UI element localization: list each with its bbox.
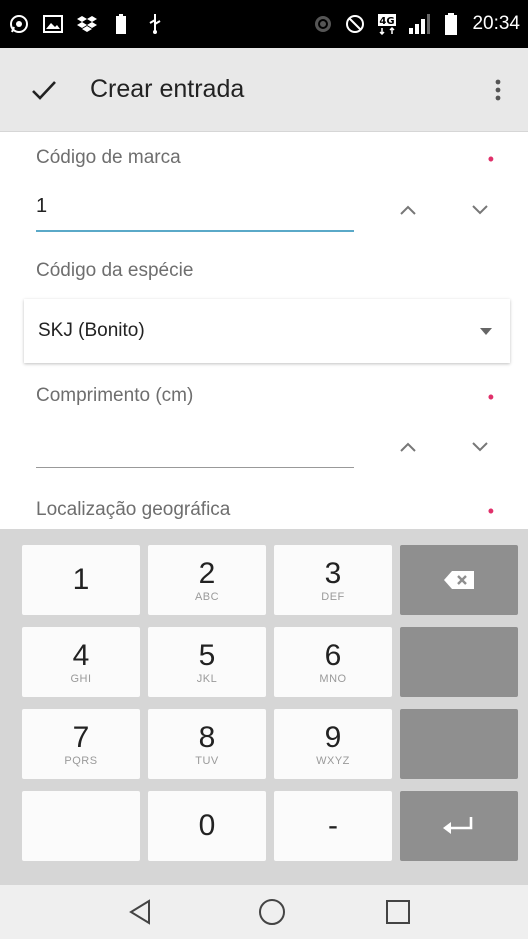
key-letters: TUV — [195, 754, 219, 767]
key-0[interactable]: 0 — [148, 791, 266, 861]
signal-icon — [408, 13, 431, 35]
key-2[interactable]: 2 ABC — [148, 545, 266, 615]
key-letters: GHI — [70, 672, 92, 685]
key-digit: 8 — [198, 720, 216, 754]
brand-code-underline — [36, 230, 354, 232]
key-7[interactable]: 7 PQRS — [22, 709, 140, 779]
backspace-icon — [444, 571, 474, 589]
key-digit: 0 — [198, 809, 216, 842]
key-digit: 2 — [198, 556, 216, 590]
recents-icon — [386, 900, 410, 924]
dropbox-icon — [76, 13, 98, 35]
key-letters: JKL — [196, 672, 218, 685]
length-underline — [36, 467, 354, 468]
enter-icon — [443, 817, 473, 834]
chevron-down-icon — [472, 442, 488, 452]
key-digit: 3 — [324, 556, 342, 590]
brand-code-decrement-button[interactable] — [460, 190, 500, 230]
required-indicator: • — [487, 501, 494, 521]
battery-icon — [440, 13, 462, 35]
geo-location-label: Localização geográfica — [36, 499, 231, 520]
key-letters: DEF — [321, 590, 345, 603]
back-button[interactable] — [120, 892, 160, 932]
status-left-icons — [8, 13, 166, 35]
home-icon — [259, 899, 285, 925]
key-6[interactable]: 6 MNO — [274, 627, 392, 697]
page-title: Crear entrada — [90, 75, 245, 103]
brand-code-increment-button[interactable] — [388, 190, 428, 230]
key-1[interactable]: 1 — [22, 545, 140, 615]
app-bar: Crear entrada — [0, 48, 528, 132]
key-minus[interactable]: - — [274, 791, 392, 861]
key-blank[interactable] — [22, 791, 140, 861]
status-time: 20:34 — [472, 13, 520, 34]
length-decrement-button[interactable] — [460, 427, 500, 467]
status-right-icons: 4G 20:34 — [312, 13, 520, 35]
image-icon — [42, 13, 64, 35]
home-button[interactable] — [252, 892, 292, 932]
required-indicator: • — [487, 149, 494, 169]
battery-saver-icon — [110, 13, 132, 35]
brand-code-input[interactable] — [36, 186, 354, 226]
key-9[interactable]: 9 WXYZ — [274, 709, 392, 779]
backspace-key[interactable] — [400, 545, 518, 615]
dropdown-arrow-icon — [480, 327, 492, 335]
length-label: Comprimento (cm) — [36, 385, 194, 406]
blank-function-key[interactable] — [400, 627, 518, 697]
numeric-keyboard: 1 2 ABC 3 DEF 4 GHI 5 JKL 6 MNO 7 PQRS 8… — [0, 529, 528, 885]
check-icon — [32, 80, 56, 100]
key-digit: 1 — [72, 563, 90, 596]
4g-icon: 4G — [376, 13, 398, 35]
species-code-value: SKJ (Bonito) — [38, 320, 145, 341]
brand-code-label: Código de marca — [36, 147, 181, 168]
key-letters: MNO — [319, 672, 347, 685]
status-bar: 4G 20:34 — [0, 0, 528, 48]
usb-icon — [144, 13, 166, 35]
key-digit: 6 — [324, 638, 342, 672]
entry-form: Código de marca • Código da espécie SKJ … — [0, 132, 528, 529]
key-digit: 9 — [324, 720, 342, 754]
chevron-up-icon — [400, 442, 416, 452]
system-nav-bar — [0, 885, 528, 939]
whatsapp-icon — [8, 13, 30, 35]
key-letters: PQRS — [64, 754, 98, 767]
chevron-up-icon — [400, 205, 416, 215]
nfc-icon — [312, 13, 334, 35]
enter-key[interactable] — [400, 791, 518, 861]
recents-button[interactable] — [378, 892, 418, 932]
key-letters: ABC — [194, 590, 220, 603]
key-digit: 4 — [72, 638, 90, 672]
key-letters: WXYZ — [316, 754, 350, 767]
required-indicator: • — [487, 387, 494, 407]
length-input[interactable] — [36, 424, 354, 464]
species-code-select[interactable]: SKJ (Bonito) — [24, 299, 510, 363]
species-code-label: Código da espécie — [36, 260, 194, 281]
overflow-menu-button[interactable] — [478, 60, 518, 120]
blank-function-key[interactable] — [400, 709, 518, 779]
key-digit: 5 — [198, 638, 216, 672]
back-icon — [129, 899, 150, 925]
key-digit: - — [328, 809, 338, 842]
key-4[interactable]: 4 GHI — [22, 627, 140, 697]
length-increment-button[interactable] — [388, 427, 428, 467]
key-8[interactable]: 8 TUV — [148, 709, 266, 779]
svg-text:4G: 4G — [380, 16, 395, 27]
confirm-button[interactable] — [14, 60, 74, 120]
do-not-disturb-icon — [344, 13, 366, 35]
more-vert-icon — [495, 79, 501, 100]
key-3[interactable]: 3 DEF — [274, 545, 392, 615]
chevron-down-icon — [472, 205, 488, 215]
key-digit: 7 — [72, 720, 90, 754]
key-5[interactable]: 5 JKL — [148, 627, 266, 697]
